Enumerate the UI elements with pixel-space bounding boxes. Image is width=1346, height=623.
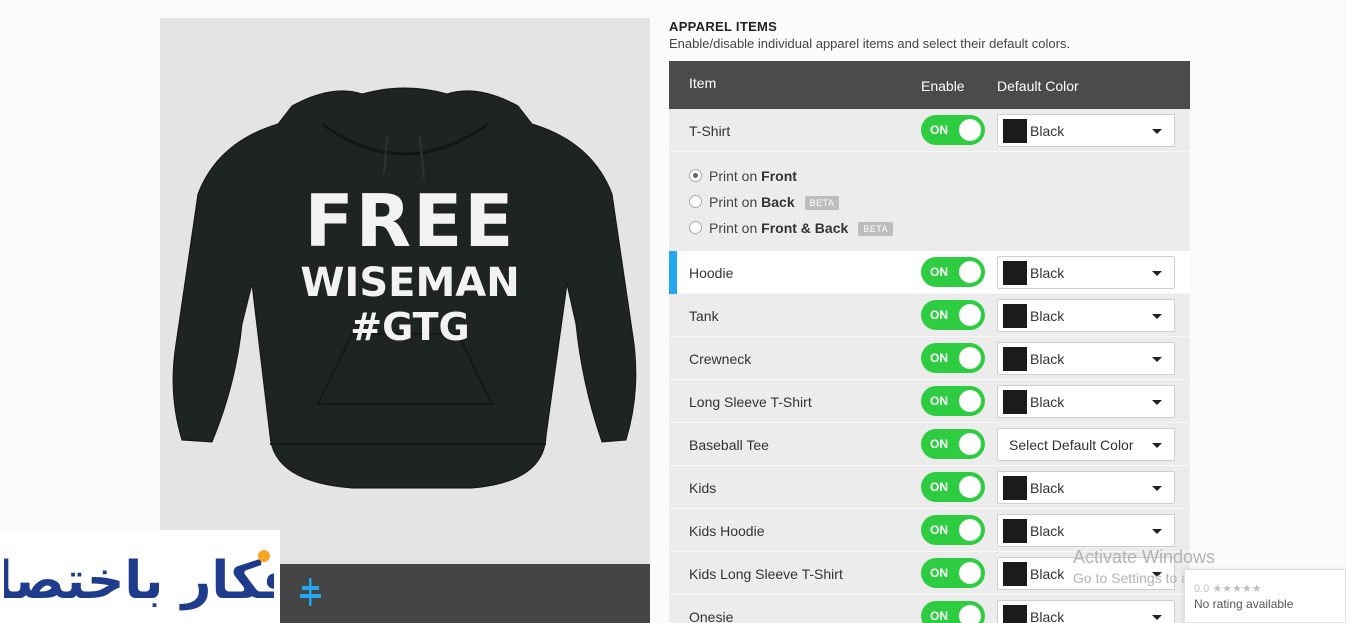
toggle-knob	[959, 347, 981, 369]
radio-button[interactable]	[689, 221, 702, 234]
enable-toggle[interactable]: ON	[921, 472, 985, 502]
apparel-table: Item Enable Default Color T-Shirt ON Bla…	[669, 61, 1190, 623]
color-swatch	[1003, 519, 1027, 543]
table-row[interactable]: Crewneck ON Black	[669, 337, 1190, 380]
rating-score: 0.0 ★★★★★	[1194, 583, 1262, 595]
item-label: Kids Long Sleeve T-Shirt	[689, 566, 843, 582]
align-center-icon[interactable]	[298, 578, 322, 606]
enable-toggle[interactable]: ON	[921, 515, 985, 545]
toggle-knob	[959, 519, 981, 541]
toggle-knob	[959, 304, 981, 326]
header-item: Item	[689, 75, 717, 91]
item-label: Tank	[689, 308, 719, 324]
enable-toggle[interactable]: ON	[921, 343, 985, 373]
item-label: Hoodie	[689, 265, 734, 281]
default-color-select[interactable]: Black	[997, 385, 1175, 418]
item-label: Crewneck	[689, 351, 752, 367]
color-swatch	[1003, 562, 1027, 586]
site-logo: أفكار باختصار	[0, 530, 280, 623]
default-color-select[interactable]: Select Default Color	[997, 428, 1175, 461]
table-row[interactable]: T-Shirt ON Black	[669, 109, 1190, 152]
table-row[interactable]: Long Sleeve T-Shirt ON Black	[669, 380, 1190, 423]
default-color-select[interactable]: Black	[997, 299, 1175, 332]
enable-toggle[interactable]: ON	[921, 300, 985, 330]
default-color-select[interactable]: Black	[997, 342, 1175, 375]
default-color-select[interactable]: Black	[997, 600, 1175, 623]
item-label: Kids Hoodie	[689, 523, 765, 539]
toggle-knob	[959, 476, 981, 498]
radio-button[interactable]	[689, 195, 702, 208]
chevron-down-icon	[1152, 129, 1162, 134]
chevron-down-icon	[1152, 615, 1162, 620]
default-color-select[interactable]: Black	[997, 114, 1175, 147]
table-header: Item Enable Default Color	[669, 61, 1190, 109]
item-label: T-Shirt	[689, 123, 731, 139]
toggle-knob	[959, 119, 981, 141]
enable-toggle[interactable]: ON	[921, 558, 985, 588]
beta-badge: BETA	[858, 222, 894, 236]
color-swatch	[1003, 261, 1027, 285]
header-enable: Enable	[921, 78, 965, 94]
enable-toggle[interactable]: ON	[921, 386, 985, 416]
section-subtitle: Enable/disable individual apparel items …	[669, 36, 1071, 51]
rating-text: No rating available	[1194, 597, 1294, 611]
color-swatch	[1003, 347, 1027, 371]
default-color-select[interactable]: Black	[997, 471, 1175, 504]
toggle-knob	[959, 390, 981, 412]
enable-toggle[interactable]: ON	[921, 115, 985, 145]
enable-toggle[interactable]: ON	[921, 601, 985, 623]
chevron-down-icon	[1152, 529, 1162, 534]
chevron-down-icon	[1152, 486, 1162, 491]
default-color-select[interactable]: Black	[997, 514, 1175, 547]
color-swatch	[1003, 390, 1027, 414]
color-swatch	[1003, 119, 1027, 143]
design-line-1: FREE	[305, 179, 516, 263]
header-default-color: Default Color	[997, 78, 1079, 94]
radio-button[interactable]	[689, 169, 702, 182]
enable-toggle[interactable]: ON	[921, 257, 985, 287]
toggle-knob	[959, 433, 981, 455]
table-row[interactable]: Kids ON Black	[669, 466, 1190, 509]
item-label: Kids	[689, 480, 717, 496]
item-label: Long Sleeve T-Shirt	[689, 394, 812, 410]
chevron-down-icon	[1152, 271, 1162, 276]
print-options: Print on Front Print on Back BETA Print o…	[669, 152, 1190, 251]
table-row[interactable]: Onesie ON Black	[669, 595, 1190, 623]
design-line-3: #GTG	[350, 305, 469, 349]
chevron-down-icon	[1152, 357, 1162, 362]
table-row[interactable]: Kids Hoodie ON Black	[669, 509, 1190, 552]
toggle-knob	[959, 562, 981, 584]
rating-widget: 0.0 ★★★★★ No rating available	[1184, 569, 1346, 623]
logo-text: أفكار باختصار	[4, 546, 274, 611]
default-color-select[interactable]: Black	[997, 256, 1175, 289]
design-line-2: WISEMAN	[300, 260, 519, 306]
hoodie-image: FREE WISEMAN #GTG	[172, 87, 637, 489]
section-title: APPAREL ITEMS	[669, 19, 778, 34]
table-row[interactable]: Tank ON Black	[669, 294, 1190, 337]
toggle-knob	[959, 261, 981, 283]
item-label: Onesie	[689, 609, 734, 623]
beta-badge: BETA	[804, 196, 840, 210]
apparel-section-header: APPAREL ITEMS Enable/disable individual …	[669, 18, 1190, 51]
color-swatch	[1003, 304, 1027, 328]
color-swatch	[1003, 476, 1027, 500]
toggle-knob	[959, 605, 981, 623]
activate-title: Activate Windows	[1073, 547, 1216, 567]
chevron-down-icon	[1152, 443, 1162, 448]
item-label: Baseball Tee	[689, 437, 769, 453]
page: FREE WISEMAN #GTG أفكار باختصار APPAREL …	[0, 0, 1346, 623]
enable-toggle[interactable]: ON	[921, 429, 985, 459]
table-row[interactable]: Hoodie ON Black	[669, 251, 1190, 294]
color-swatch	[1003, 605, 1027, 623]
table-row[interactable]: Baseball Tee ON Select Default Color	[669, 423, 1190, 466]
chevron-down-icon	[1152, 314, 1162, 319]
chevron-down-icon	[1152, 400, 1162, 405]
